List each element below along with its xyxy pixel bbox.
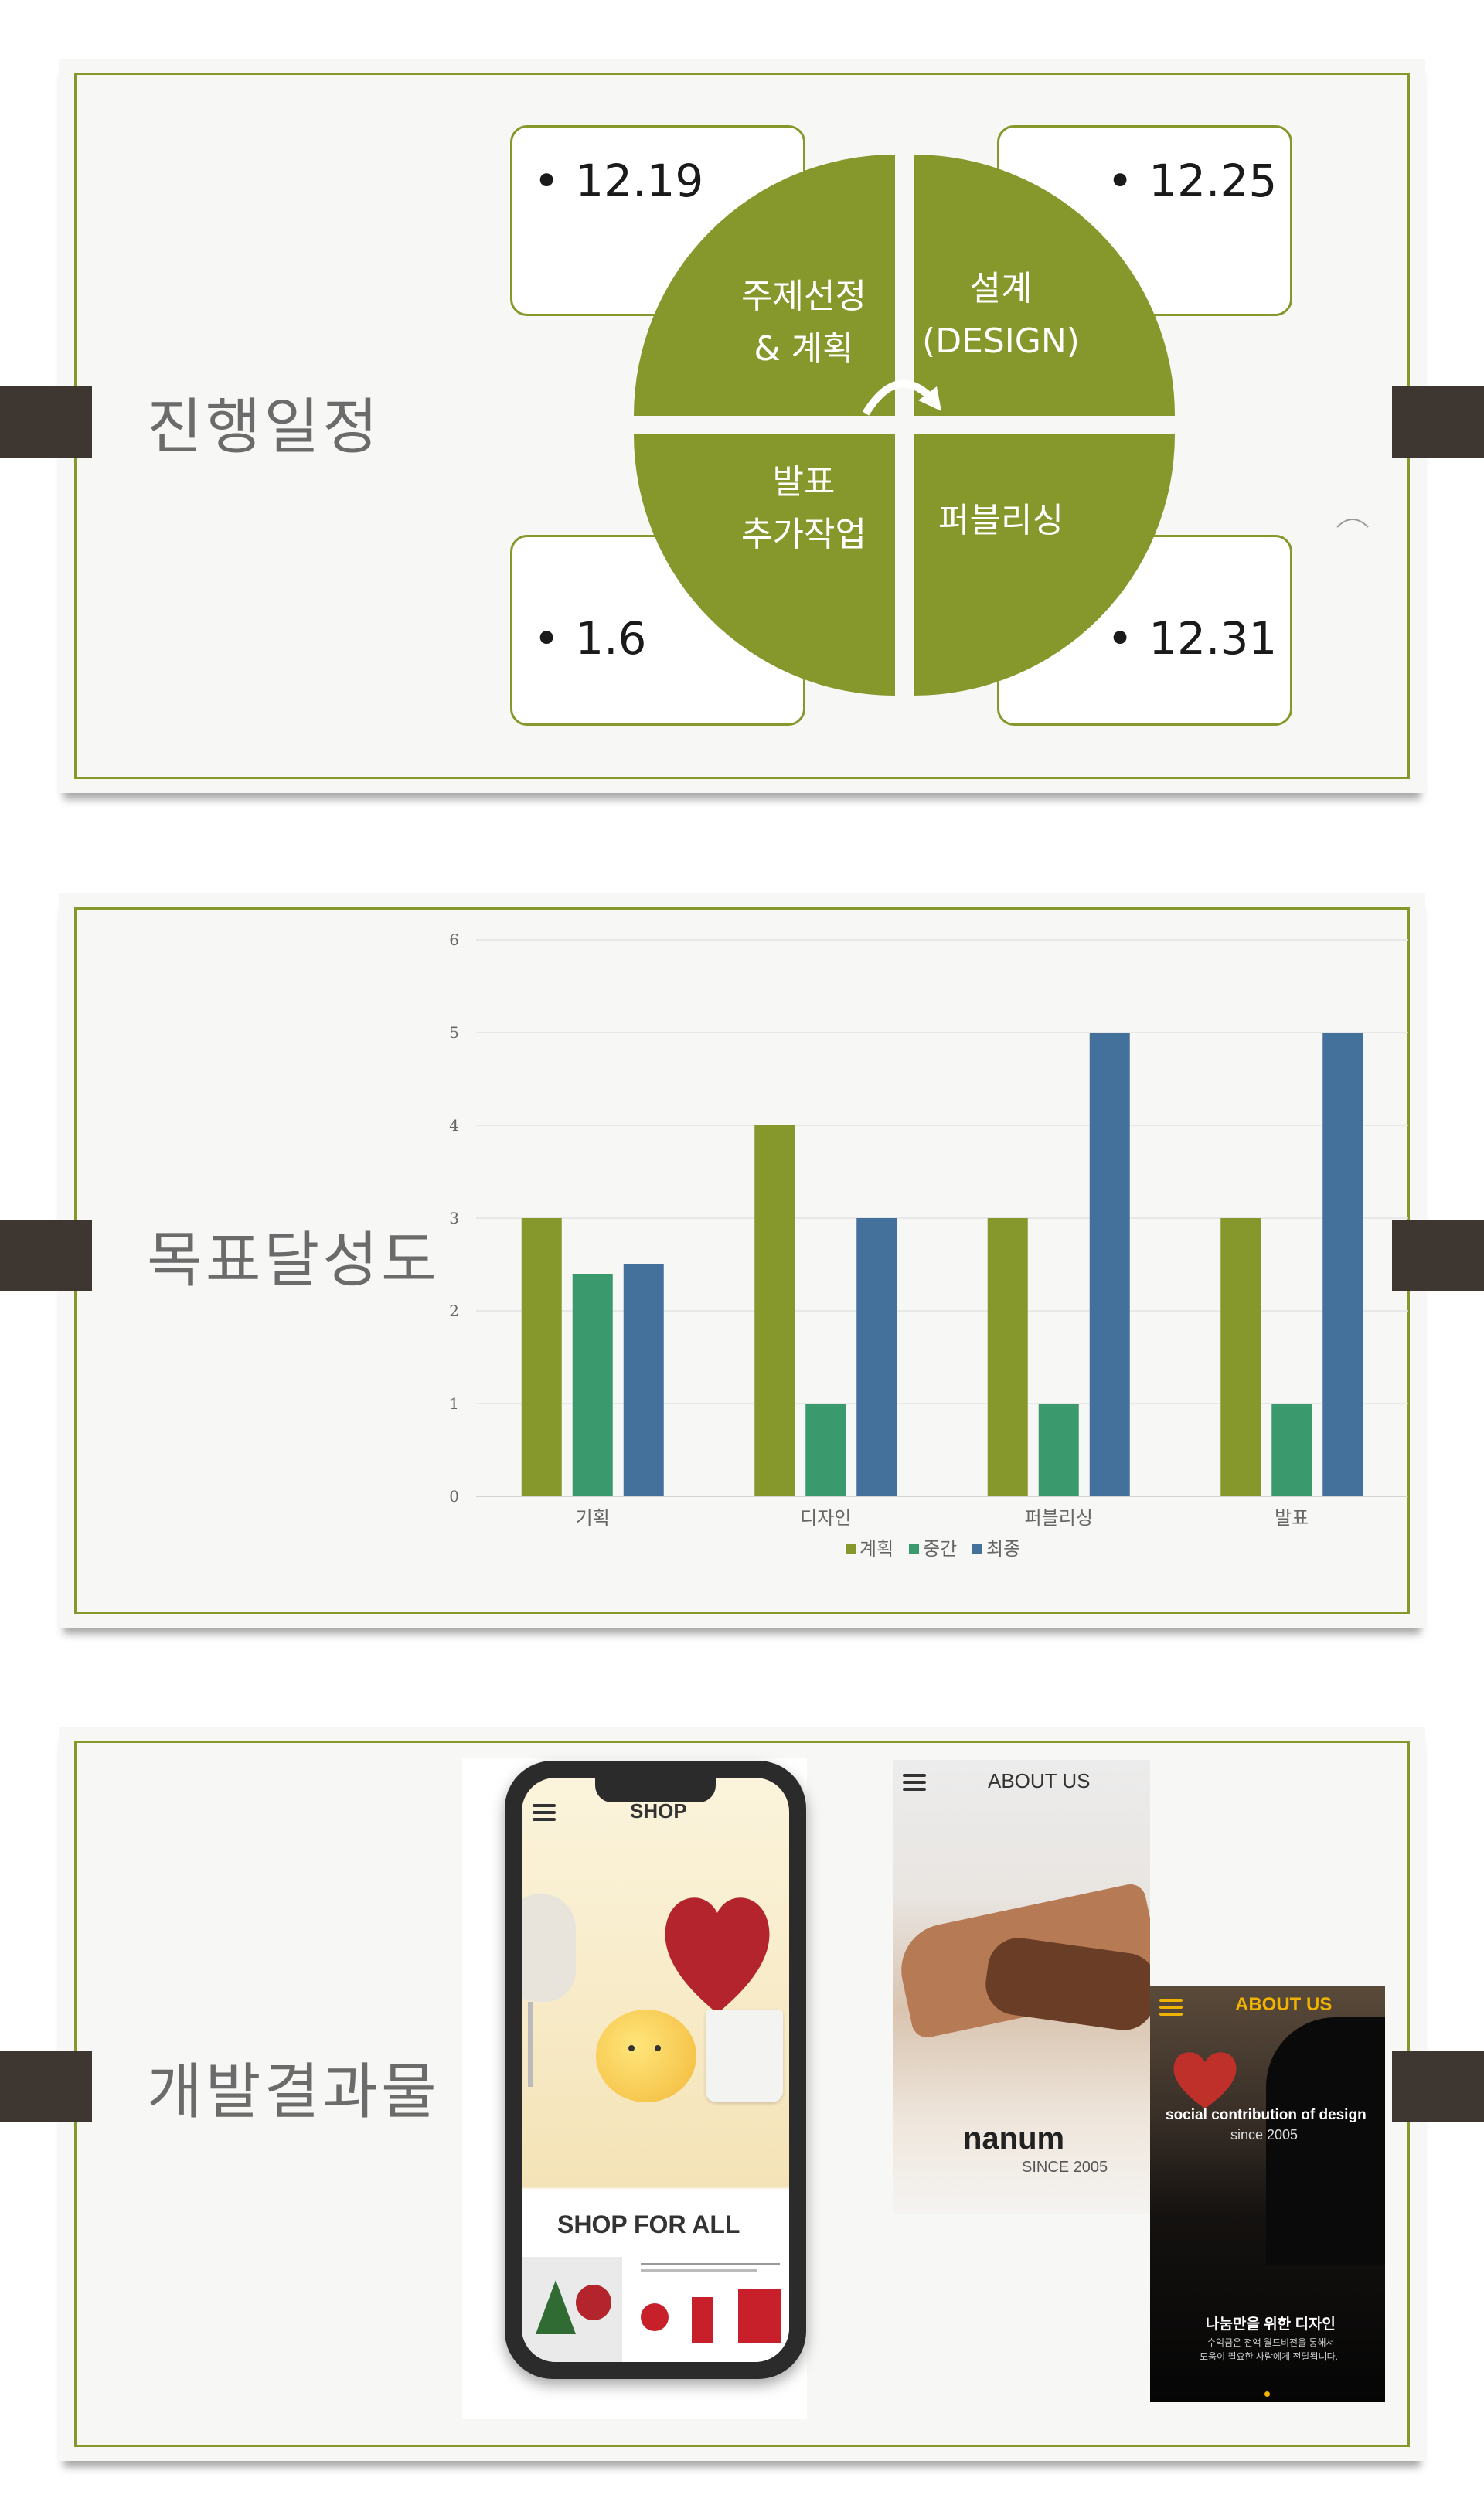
red-heart-image bbox=[1173, 2052, 1237, 2108]
about-us-screen-dark: ABOUT US social contribution of design s… bbox=[1150, 1986, 1385, 2402]
phone-headline: SHOP FOR ALL bbox=[557, 2211, 740, 2238]
y-tick-label: 4 bbox=[449, 1116, 459, 1135]
y-tick-label: 5 bbox=[449, 1023, 459, 1042]
slide-tab-left bbox=[0, 2051, 92, 2122]
chart-bar bbox=[623, 1264, 664, 1496]
legend-swatch bbox=[846, 1544, 856, 1554]
lamp-image bbox=[522, 1894, 576, 2002]
about-dark-headline: 나눔만을 위한 디자인 bbox=[1206, 2316, 1336, 2333]
white-pot-image bbox=[706, 2010, 783, 2102]
about-us-screen-light: ABOUT US nanum SINCE 2005 bbox=[893, 1760, 1150, 2214]
product-thumb-detail bbox=[630, 2257, 789, 2362]
red-honeycomb-heart-image bbox=[665, 1897, 770, 2013]
menu-icon bbox=[533, 1804, 556, 1821]
chart-bar bbox=[1220, 1218, 1261, 1496]
x-category-label: 발표 bbox=[1275, 1507, 1309, 1529]
phone-screen: SHOP SHOP FOR ALL bbox=[522, 1778, 789, 2362]
x-category-label: 디자인 bbox=[800, 1507, 851, 1529]
phone-mockup: SHOP SHOP FOR ALL bbox=[505, 1761, 806, 2379]
about-dark-tagline: social contribution of design bbox=[1166, 2107, 1367, 2123]
menu-icon bbox=[903, 1774, 926, 1791]
slide-tab-right bbox=[1392, 2051, 1484, 2122]
phone-header: SHOP bbox=[630, 1799, 687, 1823]
carousel-dot[interactable] bbox=[1264, 2391, 1270, 2397]
about-dark-body: 도움이 필요한 사람에게 전달됩니다. bbox=[1200, 2351, 1338, 2362]
y-tick-label: 1 bbox=[449, 1394, 459, 1413]
y-tick-label: 3 bbox=[449, 1209, 459, 1227]
about-header: ABOUT US bbox=[988, 1769, 1091, 1792]
chart-bar bbox=[754, 1125, 795, 1496]
about-brand: nanum bbox=[963, 2122, 1065, 2156]
chart-bar bbox=[856, 1218, 897, 1496]
lamp-stand bbox=[528, 2002, 533, 2087]
chart-bar bbox=[521, 1218, 562, 1496]
chart-bar bbox=[1271, 1404, 1312, 1496]
y-tick-label: 2 bbox=[449, 1302, 459, 1320]
yellow-character-image bbox=[596, 2010, 696, 2102]
about-since: SINCE 2005 bbox=[1022, 2159, 1108, 2176]
legend-label: 최종 bbox=[986, 1538, 1020, 1560]
legend-label: 중간 bbox=[923, 1538, 957, 1560]
chart-bar bbox=[1089, 1033, 1130, 1496]
about-dark-since: since 2005 bbox=[1230, 2127, 1298, 2143]
chart-bar bbox=[987, 1218, 1028, 1496]
character-eye bbox=[628, 2045, 635, 2051]
slide-title: 개발결과물 bbox=[147, 2057, 440, 2127]
product-thumb-tree bbox=[522, 2257, 622, 2362]
y-tick-label: 0 bbox=[449, 1487, 459, 1506]
legend-label: 계획 bbox=[859, 1538, 893, 1560]
character-eye bbox=[655, 2045, 661, 2051]
chart-bar bbox=[1038, 1404, 1079, 1496]
chart-bar bbox=[572, 1274, 613, 1496]
menu-icon bbox=[1159, 1999, 1183, 2016]
about-dark-body: 수익금은 전액 월드비전을 통해서 bbox=[1207, 2337, 1335, 2348]
about-dark-header: ABOUT US bbox=[1235, 1994, 1333, 2015]
chart-bar bbox=[1322, 1033, 1363, 1496]
x-category-label: 퍼블리싱 bbox=[1025, 1507, 1093, 1529]
legend-swatch bbox=[909, 1544, 919, 1554]
x-category-label: 기획 bbox=[576, 1507, 610, 1529]
y-tick-label: 6 bbox=[449, 931, 459, 949]
legend-swatch bbox=[972, 1544, 982, 1554]
chart-bar bbox=[805, 1404, 846, 1496]
